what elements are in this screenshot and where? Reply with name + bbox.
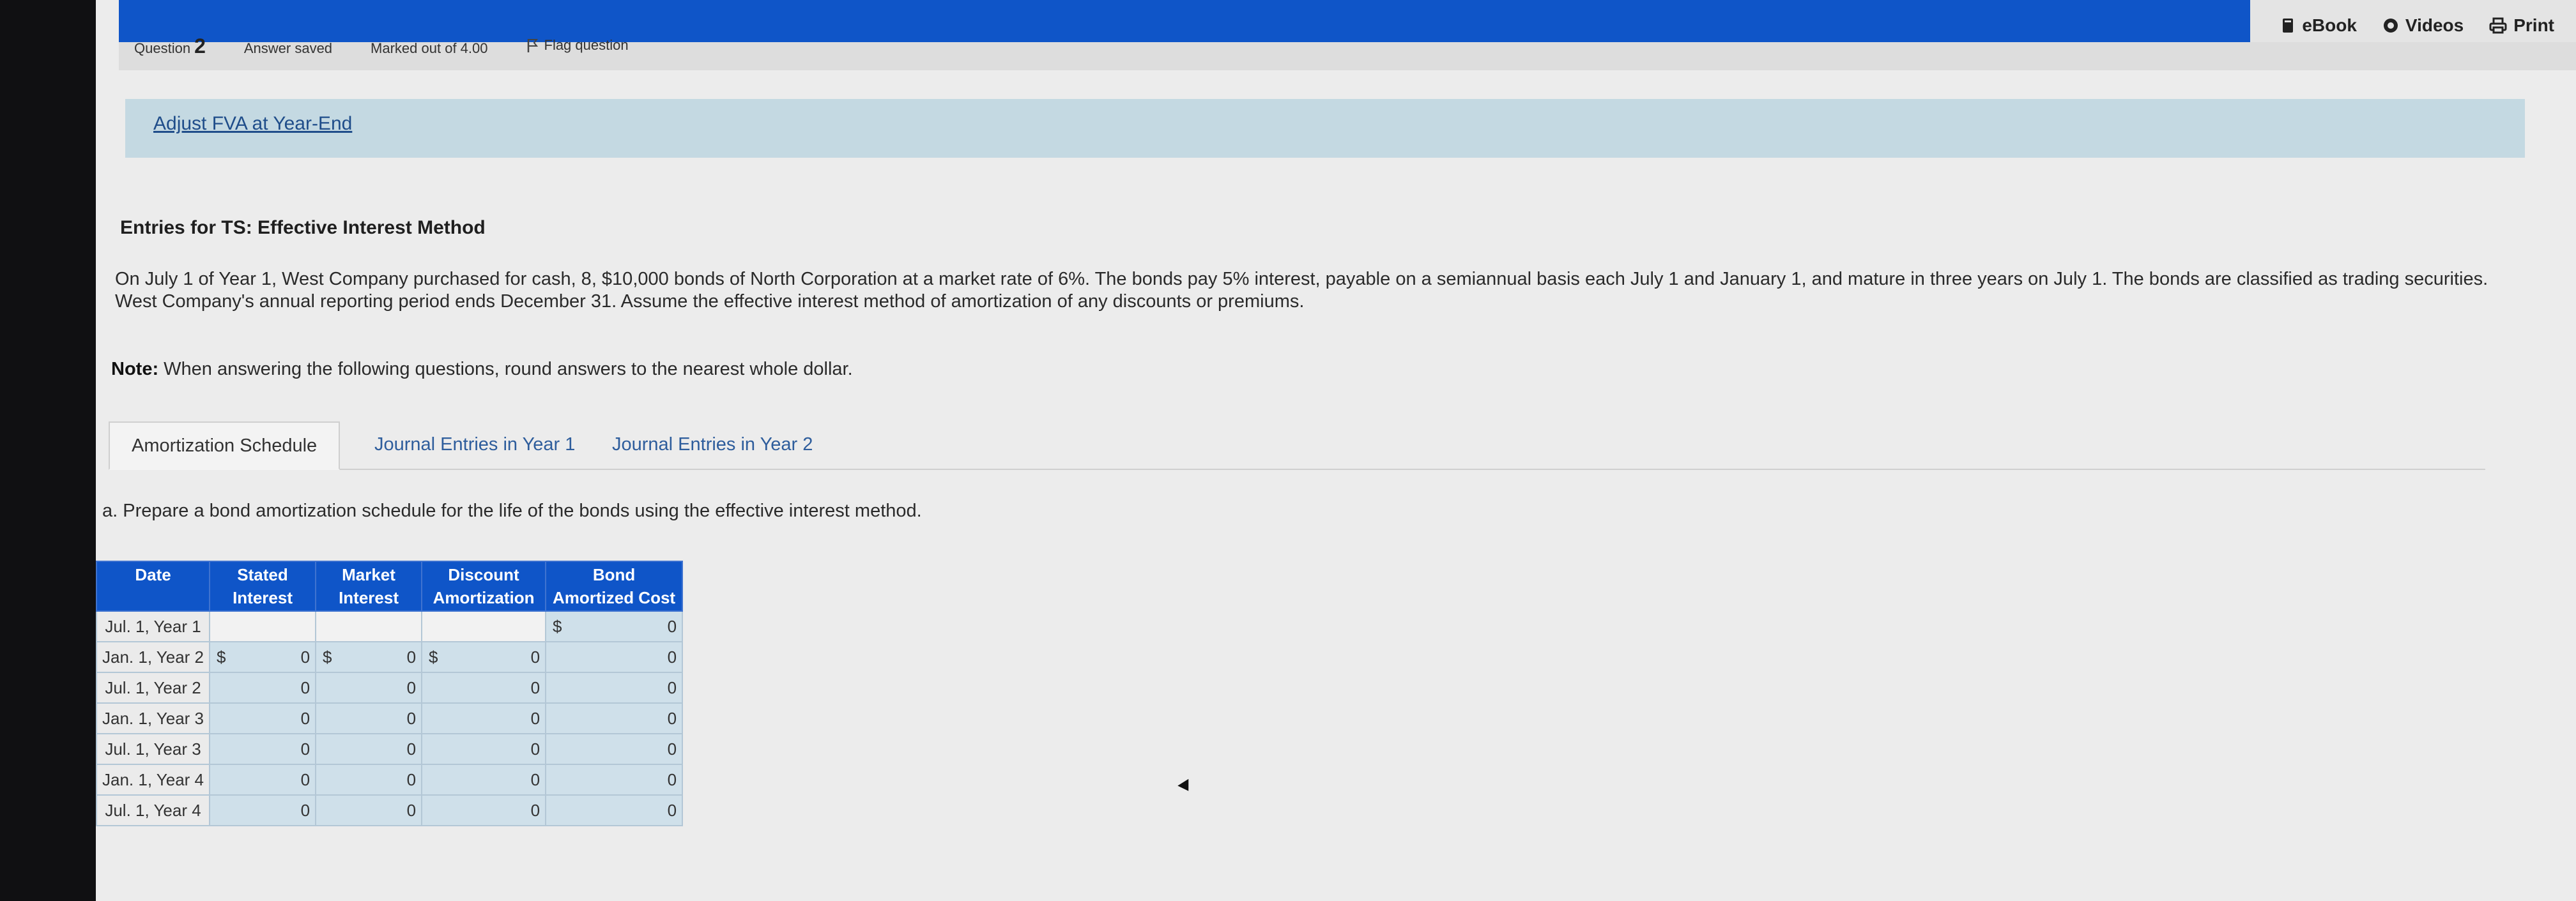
flag-icon <box>527 39 538 52</box>
book-icon <box>2283 19 2294 33</box>
bond-amortized-cost-input[interactable]: 0 <box>545 702 684 734</box>
market-interest-input[interactable]: $0 <box>315 641 423 673</box>
question-prompt: a. Prepare a bond amortization schedule … <box>102 501 922 521</box>
question-number: 2 <box>194 34 206 57</box>
row-date: Jan. 1, Year 3 <box>95 702 211 734</box>
discount-amortization-input[interactable]: 0 <box>421 794 547 826</box>
table-row: Jul. 1, Year 2 0 0 0 0 <box>95 672 684 704</box>
stated-interest-input[interactable]: 0 <box>209 672 317 704</box>
dollar-sign: $ <box>323 647 332 667</box>
tab-amortization-schedule[interactable]: Amortization Schedule <box>109 421 341 470</box>
videos-link[interactable]: Videos <box>2382 15 2464 36</box>
stated-interest-input[interactable]: 0 <box>209 702 317 734</box>
row-date: Jul. 1, Year 2 <box>95 672 211 704</box>
table-row: Jul. 1, Year 4 0 0 0 0 <box>95 794 684 826</box>
discount-amortization-input[interactable]: 0 <box>421 733 547 765</box>
tab-bar: Amortization Schedule Journal Entries in… <box>109 421 2485 470</box>
bond-amortized-cost-input[interactable]: 0 <box>545 794 684 826</box>
table-row: Jan. 1, Year 3 0 0 0 0 <box>95 702 684 734</box>
note-label: Note: <box>111 359 159 379</box>
discount-amortization-input[interactable]: 0 <box>421 702 547 734</box>
question-info: Question 2 Answer saved Marked out of 4.0… <box>134 34 629 58</box>
printer-icon <box>2489 17 2507 34</box>
amortization-table: Date Stated Interest Market Interest Disco… <box>95 561 684 826</box>
marks-info: Marked out of 4.00 <box>371 40 488 56</box>
bond-amortized-cost-input[interactable]: 0 <box>545 672 684 704</box>
ebook-label: eBook <box>2302 15 2357 35</box>
stated-interest-cell <box>209 610 317 642</box>
row-date: Jan. 1, Year 4 <box>95 764 211 796</box>
header-bond-amortized-cost: Bond Amortized Cost <box>545 561 684 612</box>
play-circle-icon <box>2383 19 2398 33</box>
bond-amortized-cost-input[interactable]: 0 <box>545 764 684 796</box>
stated-interest-input[interactable]: $0 <box>209 641 317 673</box>
stated-interest-input[interactable]: 0 <box>209 764 317 796</box>
market-interest-input[interactable]: 0 <box>315 672 423 704</box>
tab-journal-entries-year-1[interactable]: Journal Entries in Year 1 <box>353 421 597 467</box>
answer-status: Answer saved <box>243 40 333 56</box>
row-date: Jan. 1, Year 2 <box>95 641 211 673</box>
tool-links: eBook Videos Print <box>2281 15 2554 36</box>
flag-question-button[interactable]: Flag question <box>526 37 629 54</box>
dollar-sign: $ <box>217 647 226 667</box>
market-interest-input[interactable]: 0 <box>315 794 423 826</box>
header-discount-amortization: Discount Amortization <box>421 561 547 612</box>
bond-amortized-cost-input[interactable]: 0 <box>545 733 684 765</box>
adjust-fva-link[interactable]: Adjust FVA at Year-End <box>153 113 352 135</box>
problem-description: On July 1 of Year 1, West Company purcha… <box>115 269 2488 312</box>
discount-amortization-input[interactable]: 0 <box>421 672 547 704</box>
top-bar-tools: eBook Videos Print <box>2250 0 2576 42</box>
row-date: Jul. 1, Year 1 <box>95 610 211 642</box>
tab-journal-entries-year-2[interactable]: Journal Entries in Year 2 <box>590 421 834 467</box>
mouse-cursor-icon <box>1177 778 1194 795</box>
market-interest-cell <box>315 610 423 642</box>
market-interest-input[interactable]: 0 <box>315 702 423 734</box>
screen: eBook Videos Print Question 2 Answer save… <box>95 0 2576 901</box>
section-banner: Adjust FVA at Year-End <box>125 99 2525 158</box>
monitor-bezel <box>0 0 96 901</box>
discount-amortization-input[interactable]: $0 <box>421 641 547 673</box>
market-interest-input[interactable]: 0 <box>315 733 423 765</box>
header-market-interest: Market Interest <box>315 561 423 612</box>
table-row: Jul. 1, Year 1 $0 <box>95 610 684 642</box>
stated-interest-input[interactable]: 0 <box>209 794 317 826</box>
discount-amortization-input[interactable]: 0 <box>421 764 547 796</box>
discount-amortization-cell <box>421 610 547 642</box>
note: Note: When answering the following quest… <box>111 359 853 380</box>
table-row: Jan. 1, Year 4 0 0 0 0 <box>95 764 684 796</box>
note-text: When answering the following questions, … <box>164 359 853 379</box>
flag-label: Flag question <box>544 37 629 53</box>
dollar-sign: $ <box>553 617 562 636</box>
table-row: Jan. 1, Year 2 $0 $0 $0 0 <box>95 641 684 673</box>
market-interest-input[interactable]: 0 <box>315 764 423 796</box>
header-date: Date <box>95 561 211 612</box>
question-label: Question 2 <box>134 34 206 58</box>
videos-label: Videos <box>2405 15 2464 35</box>
bond-amortized-cost-input[interactable]: 0 <box>545 641 684 673</box>
row-date: Jul. 1, Year 4 <box>95 794 211 826</box>
section-heading: Entries for TS: Effective Interest Metho… <box>120 217 486 238</box>
header-stated-interest: Stated Interest <box>209 561 317 612</box>
row-date: Jul. 1, Year 3 <box>95 733 211 765</box>
dollar-sign: $ <box>429 647 438 667</box>
stated-interest-input[interactable]: 0 <box>209 733 317 765</box>
ebook-link[interactable]: eBook <box>2281 15 2357 36</box>
print-label: Print <box>2513 15 2554 35</box>
bond-amortized-cost-input[interactable]: $0 <box>545 610 684 642</box>
question-word: Question <box>134 40 191 56</box>
table-row: Jul. 1, Year 3 0 0 0 0 <box>95 733 684 765</box>
print-link[interactable]: Print <box>2489 15 2554 36</box>
